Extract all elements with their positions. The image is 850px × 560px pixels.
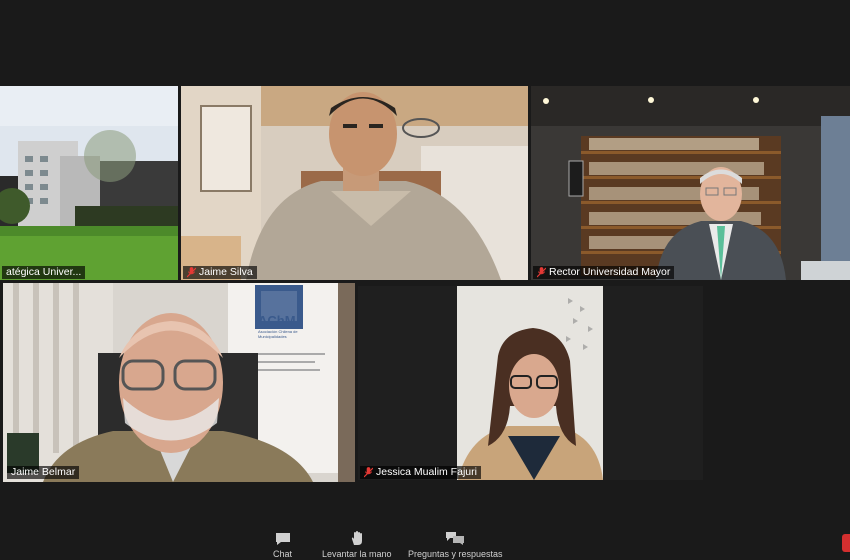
participant-name: Rector Universidad Mayor: [549, 266, 671, 278]
video-tile-jaime-belmar[interactable]: AChM Asociación Chilena de Municipalidad…: [3, 283, 355, 482]
video-tile-campus[interactable]: atégica Univer...: [0, 86, 178, 280]
video-tile-jessica-mualim-fajuri[interactable]: Jessica Mualim Fajuri: [358, 286, 703, 480]
video-tile-rector[interactable]: Rector Universidad Mayor: [531, 86, 850, 280]
achm-subtitle-text: Asociación Chilena de Municipalidades: [258, 329, 298, 339]
chat-icon: [275, 533, 290, 545]
participant-name: Jaime Belmar: [11, 466, 76, 478]
jaime-belmar-video-feed: [3, 283, 355, 482]
mic-muted-icon: [364, 467, 373, 478]
chat-label: Chat: [273, 549, 293, 559]
qa-label: Preguntas y respuestas: [408, 549, 503, 559]
jaime-silva-video-feed: [181, 86, 528, 280]
qa-button[interactable]: Preguntas y respuestas: [408, 531, 503, 559]
mic-muted-icon: [537, 267, 546, 278]
achm-logo-text: AChM: [258, 313, 296, 328]
raise-hand-label: Levantar la mano: [322, 549, 392, 559]
rector-video-feed: [531, 86, 850, 280]
participant-name-tag: Jessica Mualim Fajuri: [360, 466, 481, 479]
participant-name: Jaime Silva: [199, 266, 253, 278]
participant-name: Jessica Mualim Fajuri: [376, 466, 477, 478]
campus-video-feed: [0, 86, 178, 280]
achm-logo: AChM: [258, 313, 296, 328]
participant-name-tag: Jaime Belmar: [7, 466, 80, 479]
mic-muted-icon: [187, 267, 196, 278]
meeting-toolbar: Chat Levantar la mano Preguntas y respue…: [0, 520, 850, 560]
participant-name-tag: Rector Universidad Mayor: [533, 266, 675, 279]
raise-hand-button[interactable]: Levantar la mano: [322, 530, 392, 559]
participant-name-tag: atégica Univer...: [2, 266, 86, 279]
participant-name: atégica Univer...: [6, 266, 82, 278]
participant-name-tag: Jaime Silva: [183, 266, 257, 279]
jessica-video-feed: [358, 286, 703, 480]
qa-icon: [446, 532, 465, 545]
achm-subtitle: Asociación Chilena de Municipalidades: [258, 329, 320, 339]
video-tile-jaime-silva[interactable]: Jaime Silva: [181, 86, 528, 280]
chat-button[interactable]: Chat: [273, 532, 292, 559]
raise-hand-icon: [351, 531, 362, 545]
leave-button-edge[interactable]: [842, 534, 850, 552]
